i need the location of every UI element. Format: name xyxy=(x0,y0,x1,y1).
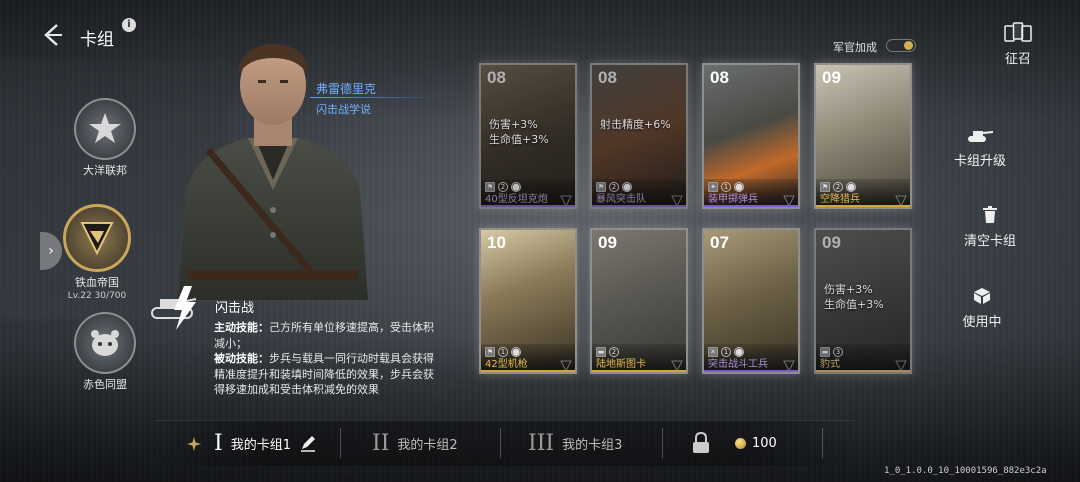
unit-card[interactable]: 07 ✕ 1 ⬤ 突击战斗工兵 xyxy=(702,228,800,374)
rarity-bar xyxy=(481,205,575,207)
rarity-bar xyxy=(592,205,686,207)
unit-card[interactable]: 08 ✦ 1 ⬤ 装甲掷弹兵 xyxy=(702,63,800,209)
unit-card[interactable]: 09 ⚑ 2 ⬤ 空降猎兵 xyxy=(814,63,912,209)
skill-title: 闪击战 xyxy=(215,301,255,316)
faction-red-alliance[interactable]: 赤色同盟 xyxy=(73,312,137,392)
passive-skill-label: 被动技能： xyxy=(214,352,269,365)
faction-name: 大洋联邦 xyxy=(83,164,127,177)
card-name: 40型反坦克炮 xyxy=(485,194,548,205)
commander-portrait xyxy=(168,40,378,300)
recruit-button[interactable]: 征召 xyxy=(998,22,1038,67)
card-cost: 09 xyxy=(822,233,841,252)
emblem-icon xyxy=(783,192,795,207)
emblem-icon xyxy=(560,192,572,207)
card-name: 空降猎兵 xyxy=(820,194,860,205)
cards-icon xyxy=(1004,22,1032,42)
unit-card[interactable]: 08 伤害+3% 生命值+3% ⚑ 2 ⬤ 40型反坦克炮 xyxy=(479,63,577,209)
lock-icon[interactable] xyxy=(692,431,710,454)
skill-description: 主动技能：己方所有单位移速提高，受击体积减小； 被动技能：步兵与载具一同行动时载… xyxy=(214,320,440,398)
card-name: 豹式 xyxy=(820,359,840,370)
officer-bonus-toggle[interactable] xyxy=(886,39,916,52)
page-title: 卡组 xyxy=(80,30,114,50)
emblem-icon xyxy=(671,192,683,207)
recruit-label: 征召 xyxy=(1004,52,1031,67)
box-icon xyxy=(974,288,990,304)
info-icon[interactable]: i xyxy=(122,18,136,32)
clear-deck-label: 清空卡组 xyxy=(963,234,1016,249)
clear-deck-button[interactable]: 清空卡组 xyxy=(940,206,1040,249)
divider xyxy=(310,97,440,98)
commander-name: 弗雷德里克 xyxy=(316,82,377,96)
card-buff: 伤害+3% 生命值+3% xyxy=(489,118,549,146)
rarity-bar xyxy=(704,205,798,207)
rarity-bar xyxy=(592,370,686,372)
deck-tab-1[interactable]: I 我的卡组1 xyxy=(214,428,317,458)
card-buff: 伤害+3% 生命值+3% xyxy=(824,283,884,311)
card-cost: 09 xyxy=(598,233,617,252)
crosshair-icon xyxy=(186,436,202,456)
card-cost: 10 xyxy=(487,233,506,252)
card-name: 突击战斗工兵 xyxy=(708,359,768,370)
rarity-bar xyxy=(481,370,575,372)
card-name: 陆地斯图卡 xyxy=(596,359,646,370)
active-skill-label: 主动技能： xyxy=(214,321,269,334)
faction-name: 铁血帝国 xyxy=(75,276,119,289)
version-label: 1_0_1.0.0_10_10001596_882e3c2a xyxy=(884,466,1047,476)
trash-icon xyxy=(983,206,997,223)
faction-iron-empire[interactable]: 铁血帝国 Lv.22 30/700 xyxy=(58,204,136,301)
deck-tab-3[interactable]: III 我的卡组3 xyxy=(528,428,622,458)
card-cost: 08 xyxy=(487,68,506,87)
coin-icon xyxy=(735,438,746,449)
faction-ocean-federation[interactable]: 大洋联邦 xyxy=(73,98,137,178)
card-name: 42型机枪 xyxy=(485,359,528,370)
card-cost: 08 xyxy=(710,68,729,87)
unit-card[interactable]: 09 ▬ 2 陆地斯图卡 xyxy=(590,228,688,374)
in-use-label: 使用中 xyxy=(962,315,1002,330)
bear-emblem-icon xyxy=(74,312,136,374)
deck-upgrade-label: 卡组升级 xyxy=(953,154,1006,169)
lion-emblem-icon xyxy=(63,204,131,272)
blitz-tank-icon xyxy=(150,282,210,332)
officer-bonus-label: 军官加成 xyxy=(833,41,877,54)
card-buff: 射击精度+6% xyxy=(600,118,671,131)
rarity-bar xyxy=(816,370,910,372)
emblem-icon xyxy=(895,192,907,207)
currency-value: 100 xyxy=(752,436,777,451)
card-name: 暴风突击队 xyxy=(596,194,646,205)
tab-divider xyxy=(340,428,341,458)
tab-divider xyxy=(822,428,823,458)
emblem-icon xyxy=(560,357,572,372)
unit-card[interactable]: 09 伤害+3% 生命值+3% ▬ 3 豹式 xyxy=(814,228,912,374)
card-cost: 07 xyxy=(710,233,729,252)
tank-upgrade-icon xyxy=(968,131,994,142)
tab-divider xyxy=(662,428,663,458)
card-cost: 08 xyxy=(598,68,617,87)
deck-tab-2[interactable]: II 我的卡组2 xyxy=(372,428,458,458)
card-name: 装甲掷弹兵 xyxy=(708,194,758,205)
star-emblem-icon xyxy=(74,98,136,160)
tab-divider xyxy=(500,428,501,458)
back-arrow-icon[interactable] xyxy=(38,20,68,50)
unit-card[interactable]: 08 射击精度+6% ⚑ 2 ⬤ 暴风突击队 xyxy=(590,63,688,209)
in-use-button[interactable]: 使用中 xyxy=(932,287,1032,330)
commander-doctrine: 闪击战学说 xyxy=(316,103,371,116)
faction-name: 赤色同盟 xyxy=(83,378,127,391)
emblem-icon xyxy=(671,357,683,372)
emblem-icon xyxy=(783,357,795,372)
rarity-bar xyxy=(704,370,798,372)
deck-upgrade-button[interactable]: 卡组升级 xyxy=(930,128,1030,169)
emblem-icon xyxy=(895,357,907,372)
rarity-bar xyxy=(816,205,910,207)
card-cost: 09 xyxy=(822,68,841,87)
unit-card[interactable]: 10 ⚑ 1 ⬤ 42型机枪 xyxy=(479,228,577,374)
edit-pen-icon[interactable] xyxy=(299,434,317,452)
faction-level: Lv.22 30/700 xyxy=(67,291,127,301)
